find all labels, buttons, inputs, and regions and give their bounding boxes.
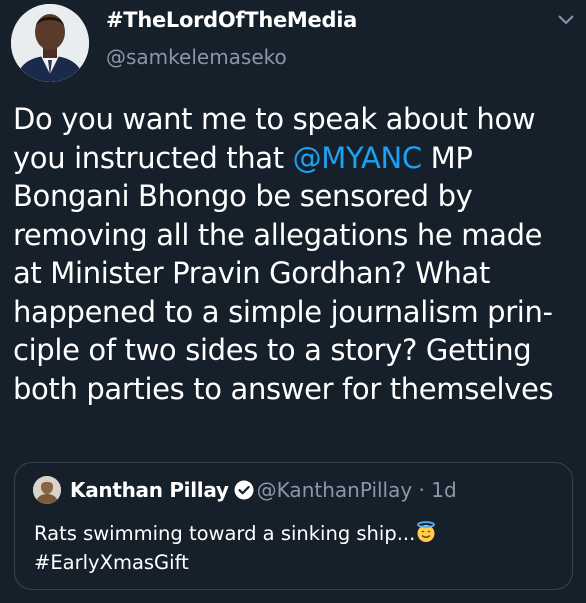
mention-link[interactable]: @MYANC [293, 141, 423, 175]
tweet-line: at Minister Pravin Gordhan? What [13, 256, 490, 290]
quoted-display-name[interactable]: Kanthan Pillay [70, 478, 229, 502]
profile-avatar[interactable] [11, 4, 89, 82]
quoted-hashtag[interactable]: #EarlyXmasGift [34, 548, 437, 577]
tweet-text: Do you want me to speak about how you in… [13, 100, 585, 408]
tweet-line: Bongani Bhongo be sensored by [13, 179, 473, 213]
quoted-handle[interactable]: @KanthanPillay [257, 478, 413, 502]
smiling-face-with-halo-emoji-icon [417, 521, 436, 542]
quoted-header: Kanthan Pillay @KanthanPillay · 1d [70, 478, 457, 502]
tweet-line: happened to a simple journalism prin- [13, 294, 553, 329]
quoted-text-line: Rats swimming toward a sinking ship... [34, 519, 437, 548]
tweet-line: ciple of two sides to a story? Getting [13, 333, 532, 367]
chevron-down-icon[interactable] [556, 10, 576, 30]
tweet-line: Do you want me to speak about how [13, 102, 536, 136]
quoted-timestamp[interactable]: 1d [431, 478, 456, 502]
separator-dot: · [412, 478, 432, 502]
profile-photo-icon [33, 476, 61, 504]
quoted-text: Rats swimming toward a sinking ship... #… [34, 519, 437, 577]
tweet-line: removing all the allegations he made [13, 217, 543, 252]
verified-badge-icon [234, 480, 254, 500]
quoted-tweet-card[interactable]: Kanthan Pillay @KanthanPillay · 1d Rats … [14, 462, 573, 590]
profile-photo-icon [11, 4, 89, 82]
user-handle[interactable]: @samkelemaseko [106, 45, 287, 69]
quoted-avatar[interactable] [33, 476, 61, 504]
display-name[interactable]: #TheLordOfTheMedia [106, 8, 357, 32]
tweet-line: you instructed that @MYANC MP [13, 140, 473, 175]
tweet-line: both parties to answer for themselves [13, 371, 554, 406]
